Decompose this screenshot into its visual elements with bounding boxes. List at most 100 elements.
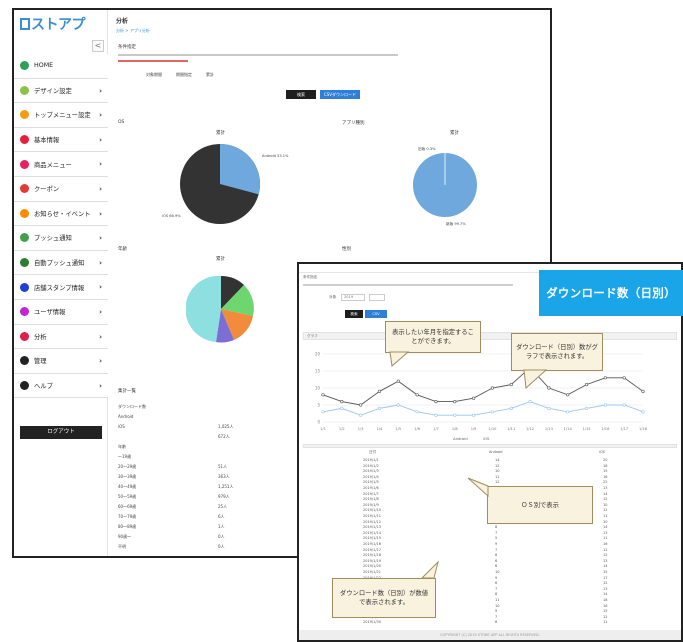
summary-row-label: 50～59歳: [118, 494, 137, 499]
daily-cell-ios: 12: [603, 581, 608, 586]
sidebar-item-0[interactable]: HOME: [14, 54, 108, 79]
sidebar-item-label: お知らせ・イベント: [34, 210, 91, 218]
sidebar-item-6[interactable]: お知らせ・イベント ›: [14, 201, 108, 227]
pie-os-legend-ios: iOS 66.9%: [162, 214, 181, 218]
sidebar-item-1[interactable]: デザイン設定 ›: [14, 78, 108, 104]
sidebar-item-13[interactable]: ヘルプ ›: [14, 373, 108, 399]
data-point-android: [359, 413, 363, 417]
day-select[interactable]: [369, 294, 385, 301]
data-point-android: [566, 410, 570, 414]
data-point-ios: [340, 399, 344, 404]
sidebar-dot-icon: [20, 258, 29, 268]
data-point-ios: [603, 376, 607, 380]
pie-os-title: 累計: [216, 131, 225, 136]
month-input[interactable]: 2019: [341, 294, 365, 301]
summary-row-label: 20～29歳: [118, 464, 137, 469]
sidebar-item-5[interactable]: クーポン ›: [14, 176, 108, 202]
sidebar-item-12[interactable]: 管理 ›: [14, 349, 108, 374]
sidebar-item-2[interactable]: トップメニュー設定 ›: [14, 103, 108, 128]
y-tick-label: 5: [317, 403, 320, 408]
search-button[interactable]: 検索: [286, 90, 316, 99]
sidebar-collapse-button[interactable]: <: [92, 40, 104, 52]
data-point-android: [321, 410, 325, 414]
page-title: 分析: [116, 18, 129, 25]
daily-cell-dates: 2019/1/10: [363, 508, 381, 513]
col-header-ios: iOS: [599, 450, 605, 454]
sidebar-dot-icon: [20, 282, 29, 292]
option-range-radio[interactable]: 期間指定: [176, 72, 192, 78]
app-logo[interactable]: ストアプ: [20, 14, 86, 34]
pie-slice-age-5: [186, 275, 221, 342]
callout-os-tail: [467, 477, 489, 498]
sidebar-item-label: 分析: [34, 333, 47, 341]
callout-month-tail: [389, 351, 410, 367]
daily-cell-android: 9: [495, 575, 498, 580]
sidebar-dot-icon: [20, 110, 29, 120]
sidebar-item-11[interactable]: 分析 ›: [14, 324, 108, 350]
x-tick-label: 1/4: [377, 427, 383, 431]
sidebar-dot-icon: [20, 307, 29, 317]
sidebar-item-10[interactable]: ユーザ情報 ›: [14, 299, 108, 325]
search-button[interactable]: 検索: [345, 310, 363, 318]
sidebar-dot-icon: [20, 208, 29, 218]
data-point-ios: [415, 393, 419, 397]
daily-cell-ios: 18: [603, 463, 608, 468]
daily-cell-dates: 2019/1/9: [363, 502, 379, 507]
summary-row-value: 979人: [218, 494, 230, 499]
daily-cell-ios: 13: [603, 530, 608, 535]
summary-row-value: 363人: [218, 474, 230, 479]
daily-cell-ios: 16: [603, 603, 608, 608]
sidebar-dot-icon: [20, 356, 29, 366]
logout-button[interactable]: ログアウト: [20, 426, 102, 439]
daily-cell-dates: 2019/1/15: [363, 536, 381, 541]
summary-row-value: 1人: [218, 524, 225, 529]
daily-cell-dates: 2019/1/13: [363, 525, 381, 530]
os-pie-chart: [180, 144, 260, 224]
sidebar-item-7[interactable]: プッシュ通知 ›: [14, 226, 108, 251]
sidebar-item-9[interactable]: 店舗スタンプ情報 ›: [14, 275, 108, 300]
daily-cell-android: 9: [495, 542, 498, 546]
y-tick-label: 10: [315, 386, 321, 391]
csv-download-button[interactable]: CSVダウンロード: [320, 90, 360, 99]
legend-ios: iOS: [483, 436, 490, 441]
sidebar-item-label: 自動プッシュ通知: [34, 260, 85, 268]
daily-cell-android: 7: [495, 586, 498, 591]
x-tick-label: 1/14: [564, 427, 573, 431]
footer: COPYRIGHT (C) 2019 STORE APP ALL RIGHTS …: [299, 630, 681, 640]
daily-cell-dates: 2019/1/18: [363, 553, 381, 558]
month-label: 対象: [329, 295, 337, 299]
col-header-date: 日付: [369, 450, 376, 454]
summary-row-label: ～19歳: [118, 454, 132, 459]
daily-cell-ios: 14: [603, 564, 608, 569]
sidebar-item-label: ユーザ情報: [34, 309, 66, 317]
daily-cell-dates: 2019/1/6: [363, 486, 379, 490]
table-panel-divider: [303, 444, 677, 448]
sidebar-item-3[interactable]: 基本情報 ›: [14, 127, 108, 153]
data-point-android: [396, 403, 400, 407]
sidebar-item-8[interactable]: 自動プッシュ通知 ›: [14, 250, 108, 276]
option-total-radio[interactable]: 累計: [206, 72, 214, 78]
x-tick-label: 1/13: [545, 427, 553, 431]
x-tick-label: 1/8: [452, 427, 458, 431]
daily-cell-ios: 13: [603, 558, 608, 563]
daily-cell-android: 7: [495, 547, 498, 552]
data-point-ios: [396, 379, 400, 383]
x-tick-label: 1/17: [620, 427, 628, 431]
age-section-title: 年齢: [118, 247, 127, 252]
sidebar-item-4[interactable]: 商品メニュー ›: [14, 152, 108, 177]
daily-cell-ios: 14: [603, 491, 608, 496]
daily-cell-ios: 12: [603, 547, 608, 552]
breadcrumb[interactable]: 分析 > アプリ分析: [116, 28, 150, 34]
chevron-right-icon: ›: [99, 357, 102, 366]
x-tick-label: 1/9: [471, 427, 477, 431]
daily-cell-ios: 11: [603, 620, 608, 625]
csv-button[interactable]: CSV: [365, 310, 387, 318]
daily-cell-ios: 12: [603, 508, 608, 513]
sidebar-item-label: 管理: [34, 358, 47, 366]
conditions-label: 条件指定: [303, 275, 318, 279]
data-point-android: [603, 403, 607, 407]
sidebar-dot-icon: [20, 135, 29, 145]
daily-cell-android: 10: [495, 570, 500, 574]
age-pie-chart: [186, 275, 254, 343]
description-text: [118, 54, 398, 56]
